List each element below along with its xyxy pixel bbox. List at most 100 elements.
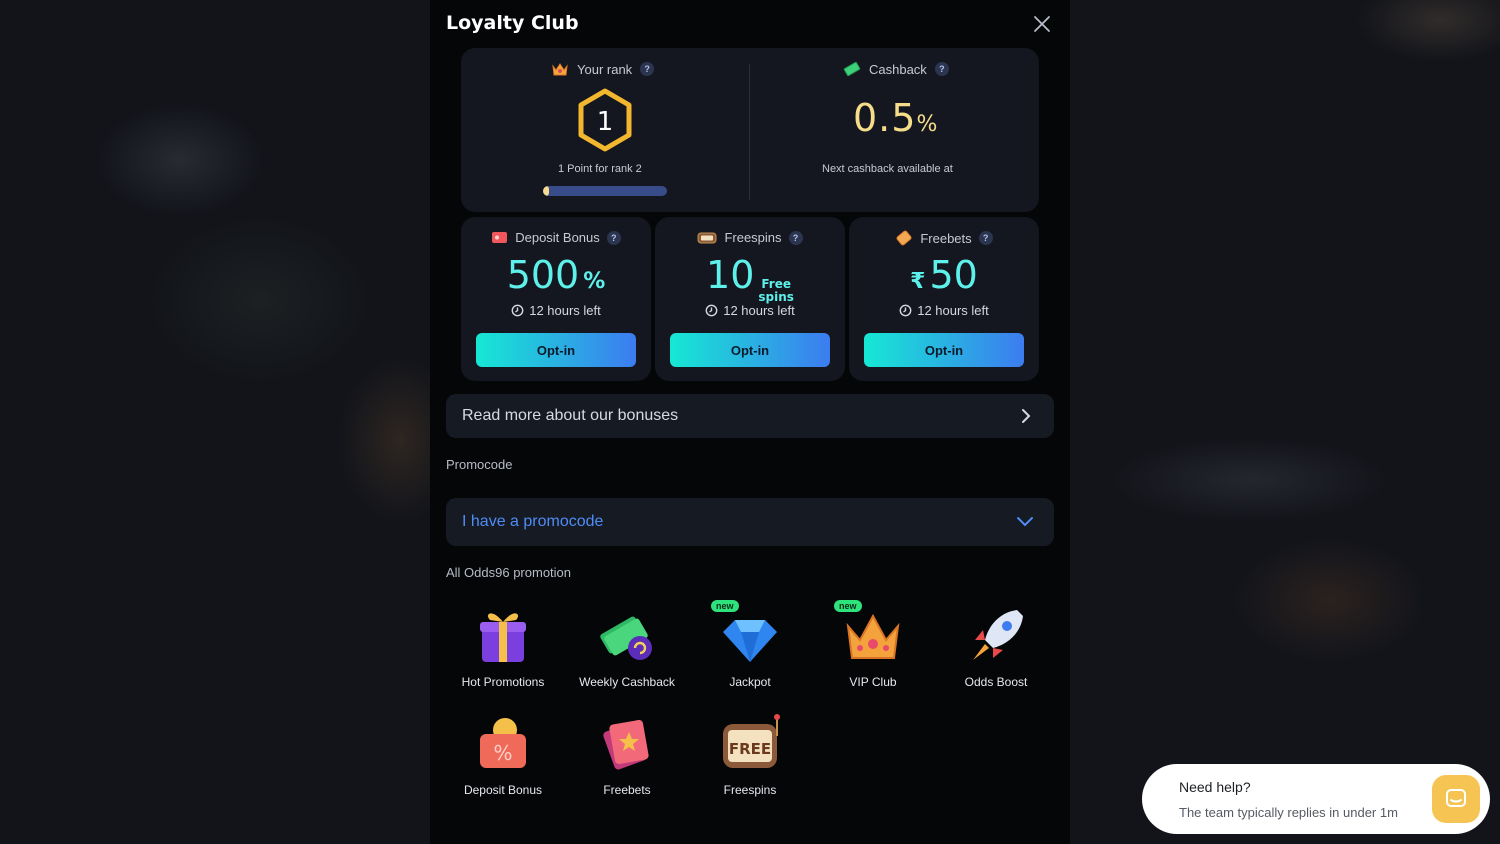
close-icon — [1034, 16, 1050, 32]
crown-icon: new — [834, 600, 904, 666]
freebets-card: Freebets ? ₹ 50 12 hours left Opt-in — [849, 217, 1039, 381]
cash-icon — [596, 604, 658, 666]
rank-header: Your rank ? — [551, 61, 655, 77]
freebets-value: ₹ 50 — [849, 253, 1039, 297]
freespins-opt-in-button[interactable]: Opt-in — [670, 333, 830, 367]
promo-label: Jackpot — [729, 675, 771, 689]
gift-icon — [472, 604, 534, 666]
freebets-number: 50 — [929, 253, 978, 297]
freebets-currency: ₹ — [910, 269, 926, 294]
freebets-help-icon[interactable]: ? — [978, 231, 993, 245]
rocket-icon — [965, 604, 1027, 666]
promo-label: Deposit Bonus — [463, 783, 543, 797]
cashback-header-label: Cashback — [869, 61, 927, 77]
timer-icon — [899, 304, 912, 317]
rank-value: 1 — [597, 107, 614, 137]
promotions-label: All Odds96 promotion — [446, 565, 572, 580]
free-tag-icon — [697, 232, 717, 243]
promocode-label: Promocode — [446, 457, 513, 472]
deposit-bonus-opt-in-button[interactable]: Opt-in — [476, 333, 636, 367]
ticket-small-icon — [896, 230, 912, 246]
coupon-icon — [492, 232, 508, 243]
loyalty-club-modal: Loyalty Club Your rank ? 1 1 Point for r… — [430, 0, 1070, 844]
freespins-time: 12 hours left — [655, 303, 845, 318]
rank-points-text: 1 Point for rank 2 — [558, 163, 642, 175]
read-more-bonuses-link[interactable]: Read more about our bonuses — [446, 394, 1054, 438]
freebets-time: 12 hours left — [849, 303, 1039, 318]
promo-freespins[interactable]: FREE Freespins — [695, 712, 805, 798]
ticket-icon — [596, 712, 658, 774]
freebets-header: Freebets ? — [849, 230, 1039, 246]
promo-label: Freespins — [723, 783, 777, 797]
timer-icon — [705, 304, 718, 317]
wallet-icon: % — [472, 712, 534, 774]
deposit-bonus-time-text: 12 hours left — [529, 303, 601, 318]
close-button[interactable] — [1032, 14, 1052, 34]
promo-label: VIP Club — [849, 675, 897, 689]
promocode-dropdown-label: I have a promocode — [462, 513, 604, 530]
deposit-bonus-time: 12 hours left — [461, 303, 651, 318]
cashback-help-icon[interactable]: ? — [934, 62, 949, 76]
rank-header-label: Your rank — [577, 61, 633, 77]
deposit-bonus-suffix: % — [583, 269, 606, 294]
chat-icon — [1446, 789, 1466, 807]
promo-weekly-cashback[interactable]: Weekly Cashback — [572, 604, 682, 690]
chat-button[interactable] — [1432, 775, 1480, 823]
diamond-icon: new — [711, 600, 781, 666]
chevron-right-icon — [1022, 409, 1031, 423]
svg-text:FREE: FREE — [729, 740, 771, 758]
slot-icon: FREE — [719, 712, 781, 774]
freespins-value: 10 Free spins — [655, 253, 845, 304]
deposit-bonus-number: 500 — [506, 253, 580, 297]
promo-label: Odds Boost — [964, 675, 1028, 689]
freespins-number: 10 — [706, 253, 755, 297]
freebets-opt-in-button[interactable]: Opt-in — [864, 333, 1024, 367]
new-badge: new — [834, 600, 862, 612]
cashback-unit: % — [916, 112, 939, 137]
promo-label: Weekly Cashback — [579, 675, 675, 689]
rank-badge-icon: 1 — [578, 88, 632, 152]
freespins-title: Freespins — [724, 230, 782, 245]
promo-label: Hot Promotions — [461, 675, 545, 689]
help-title: Need help? — [1179, 779, 1251, 795]
promo-odds-boost[interactable]: Odds Boost — [941, 604, 1051, 690]
deposit-bonus-value: 500 % — [461, 253, 651, 297]
freespins-header: Freespins ? — [655, 230, 845, 245]
freebets-title: Freebets — [920, 230, 972, 246]
freebets-time-text: 12 hours left — [917, 303, 989, 318]
freespins-suffix: Free spins — [758, 278, 794, 304]
cashback-number: 0.5 — [853, 96, 917, 140]
cashback-header: Cashback ? — [843, 61, 949, 77]
card-divider — [749, 64, 750, 200]
cashback-value: 0.5% — [853, 96, 938, 140]
promocode-dropdown[interactable]: I have a promocode — [446, 498, 1054, 546]
freespins-time-text: 12 hours left — [723, 303, 795, 318]
cashback-next-text: Next cashback available at — [822, 163, 953, 175]
promo-deposit-bonus[interactable]: % Deposit Bonus — [448, 712, 558, 798]
deposit-bonus-title: Deposit Bonus — [515, 230, 600, 245]
deposit-bonus-card: Deposit Bonus ? 500 % 12 hours left Opt-… — [461, 217, 651, 381]
money-small-icon — [843, 61, 861, 77]
chevron-down-icon — [1017, 517, 1033, 527]
freespins-help-icon[interactable]: ? — [788, 230, 803, 245]
rank-progress-bar — [543, 186, 667, 196]
promo-hot-promotions[interactable]: Hot Promotions — [448, 604, 558, 690]
crown-small-icon — [552, 63, 568, 76]
modal-title: Loyalty Club — [446, 12, 579, 34]
timer-icon — [511, 304, 524, 317]
help-subtitle: The team typically replies in under 1m — [1179, 805, 1398, 820]
new-badge: new — [711, 600, 739, 612]
promo-freebets[interactable]: Freebets — [572, 712, 682, 798]
promo-jackpot[interactable]: new Jackpot — [695, 600, 805, 690]
deposit-bonus-header: Deposit Bonus ? — [461, 230, 651, 245]
rank-cashback-card: Your rank ? 1 1 Point for rank 2 Cashbac… — [461, 48, 1039, 212]
svg-text:%: % — [493, 741, 512, 765]
rank-progress-fill — [543, 186, 550, 196]
help-chat-widget[interactable]: Need help? The team typically replies in… — [1142, 764, 1490, 834]
promo-label: Freebets — [603, 783, 651, 797]
promo-vip-club[interactable]: new VIP Club — [818, 600, 928, 690]
rank-help-icon[interactable]: ? — [640, 62, 655, 76]
freespins-card: Freespins ? 10 Free spins 12 hours left … — [655, 217, 845, 381]
read-more-label: Read more about our bonuses — [462, 407, 679, 424]
deposit-bonus-help-icon[interactable]: ? — [606, 230, 621, 245]
